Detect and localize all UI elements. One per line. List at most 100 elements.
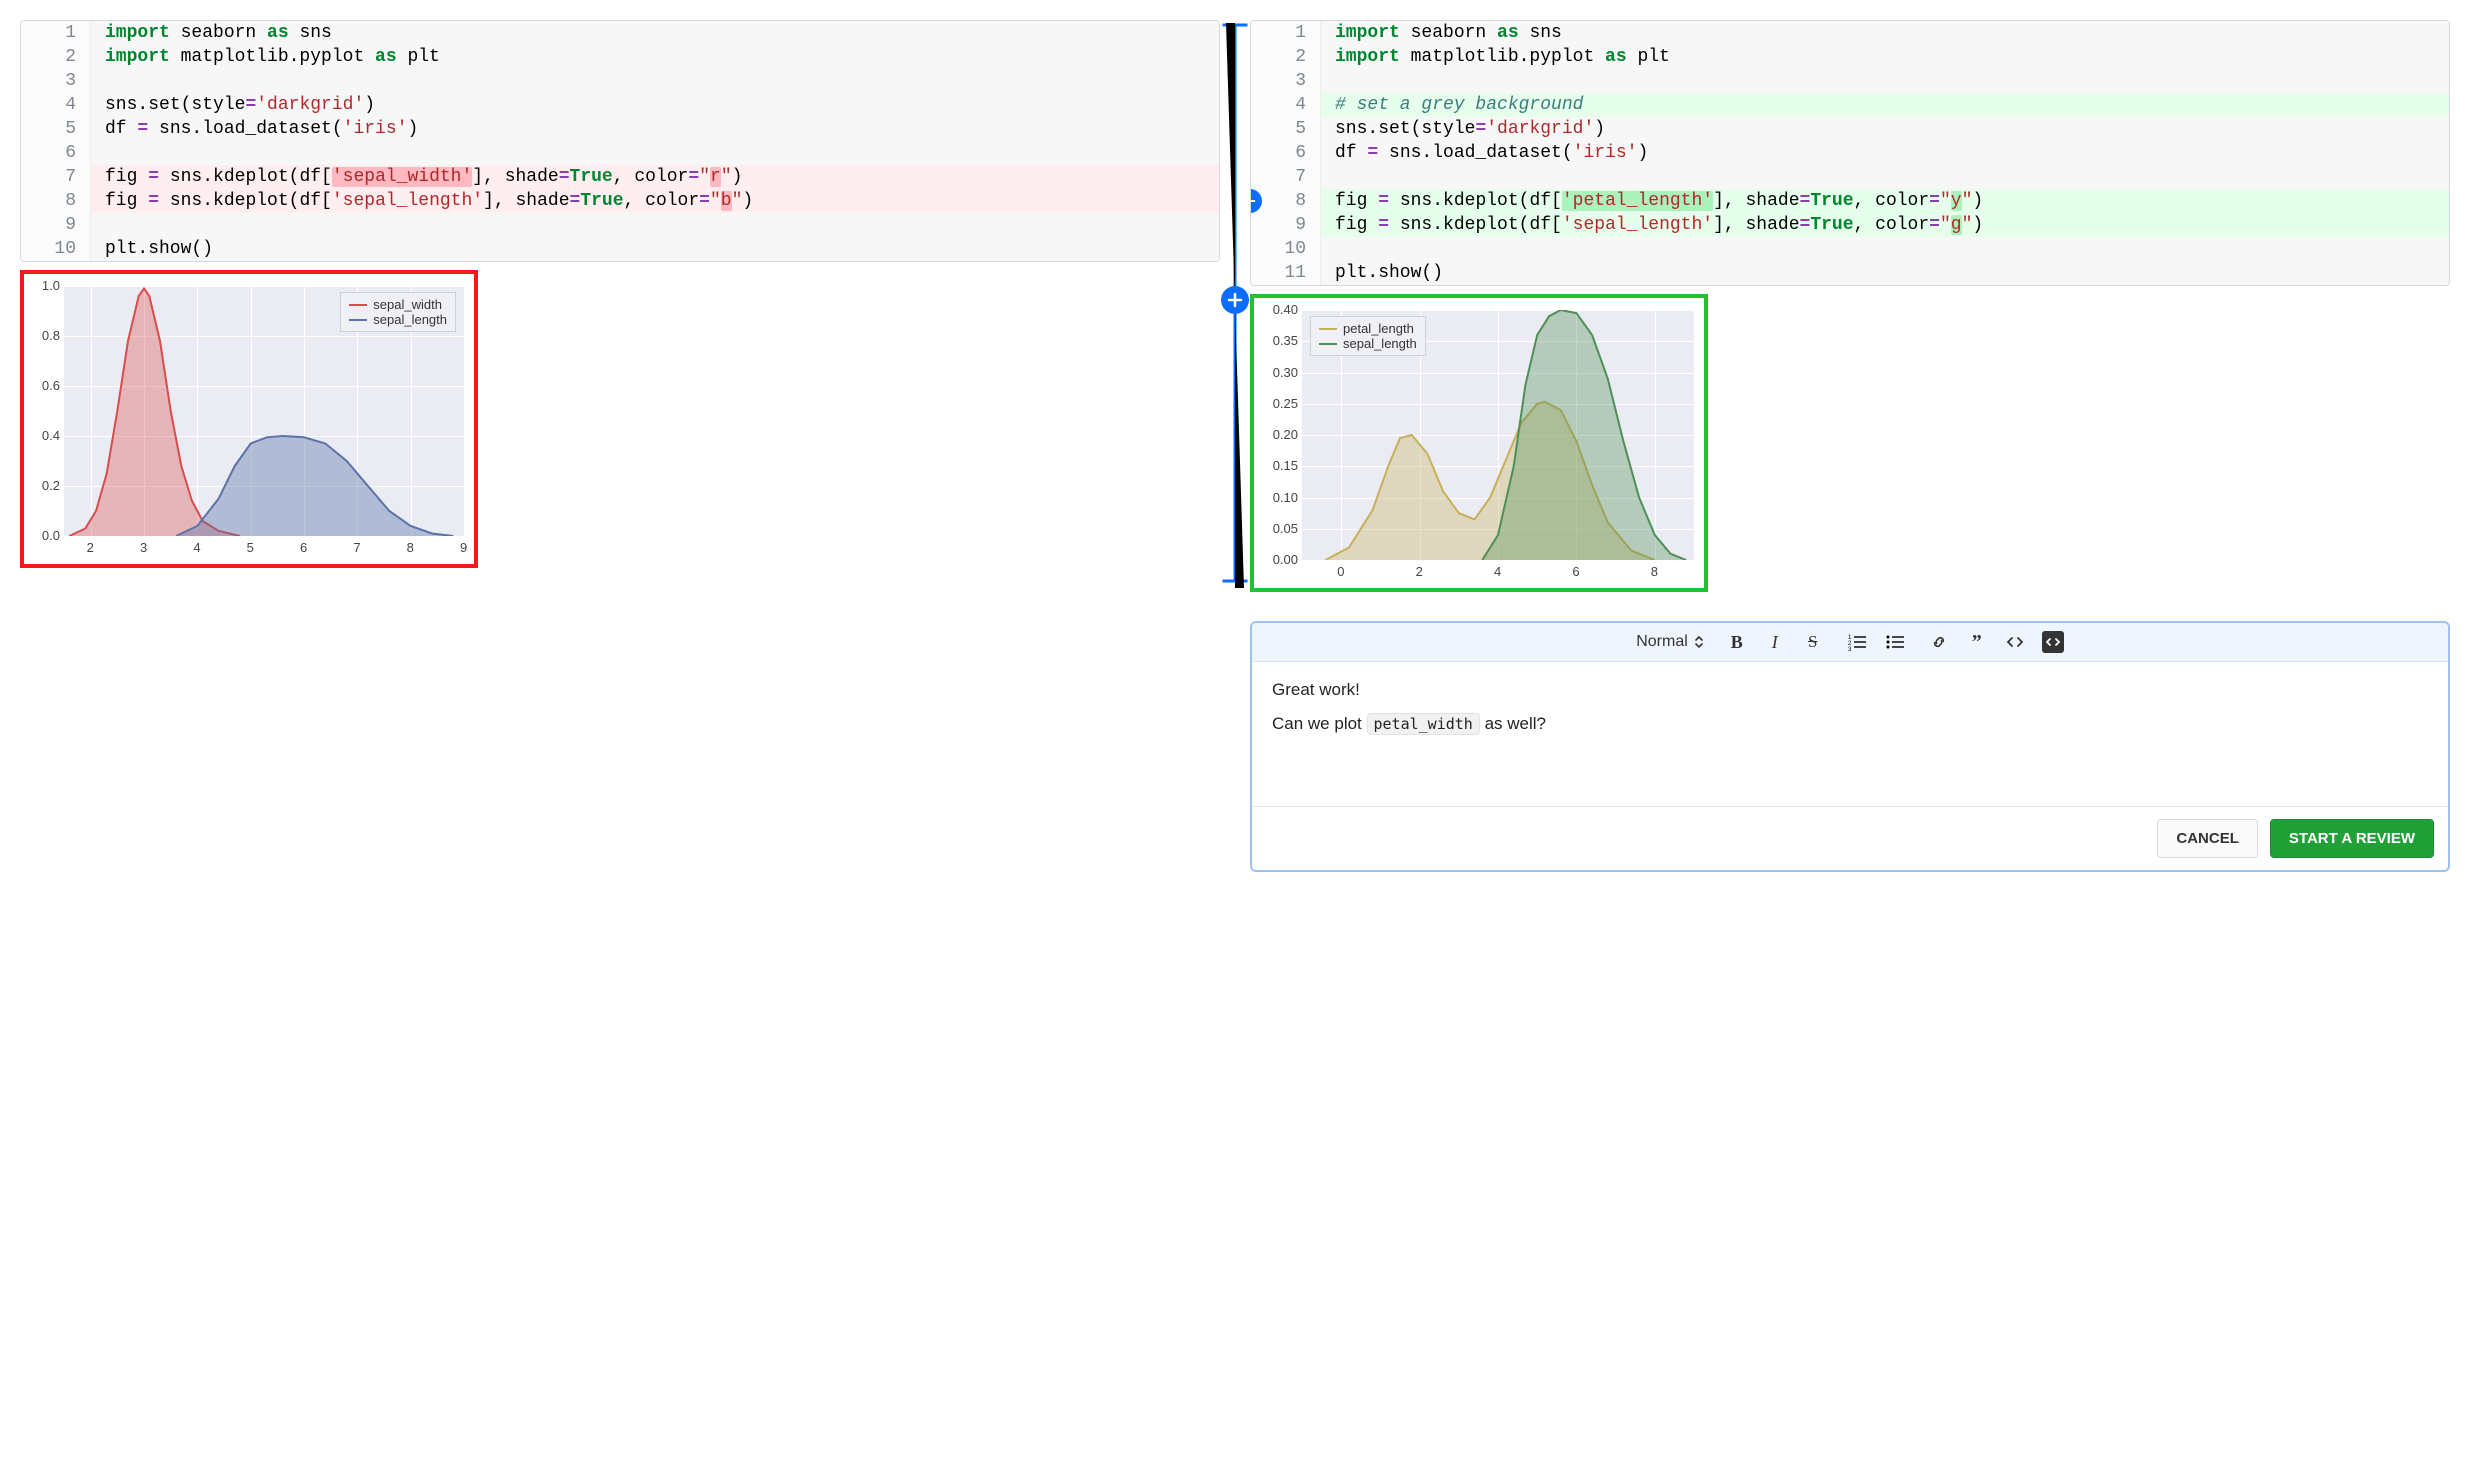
line-number: 7 (21, 165, 91, 189)
comment-textarea[interactable]: Great work! Can we plot petal_width as w… (1252, 662, 2448, 806)
line-number: 6 (21, 141, 91, 165)
code-line[interactable]: 1import seaborn as sns (1251, 21, 2449, 45)
code-line[interactable]: 6 (21, 141, 1219, 165)
line-content: plt.show() (1321, 261, 2449, 285)
y-tick-label: 0.4 (42, 428, 60, 443)
line-number: 10 (21, 237, 91, 261)
y-tick-label: 0.8 (42, 328, 60, 343)
comment-actions: CANCEL START A REVIEW (1252, 806, 2448, 870)
line-number: 1 (21, 21, 91, 45)
line-content: import seaborn as sns (1321, 21, 2449, 45)
line-number: 4 (1251, 93, 1321, 117)
line-content: import matplotlib.pyplot as plt (1321, 45, 2449, 69)
code-line[interactable]: 11plt.show() (1251, 261, 2449, 285)
code-line[interactable]: 8fig = sns.kdeplot(df['sepal_length'], s… (21, 189, 1219, 213)
y-tick-label: 0.20 (1273, 427, 1298, 442)
code-line[interactable]: 2import matplotlib.pyplot as plt (21, 45, 1219, 69)
line-content (91, 69, 1219, 93)
blockquote-button[interactable]: ” (1966, 631, 1988, 653)
code-line[interactable]: 3 (21, 69, 1219, 93)
y-tick-label: 0.00 (1273, 552, 1298, 567)
y-tick-label: 0.25 (1273, 396, 1298, 411)
code-line[interactable]: 7 (1251, 165, 2449, 189)
line-number: 3 (21, 69, 91, 93)
x-tick-label: 2 (1416, 564, 1423, 579)
right-chart: petal_lengthsepal_length0.000.050.100.15… (1250, 294, 1708, 592)
line-number: 10 (1251, 237, 1321, 261)
code-line[interactable]: 1import seaborn as sns (21, 21, 1219, 45)
y-tick-label: 0.2 (42, 478, 60, 493)
ordered-list-button[interactable]: 123 (1846, 631, 1868, 653)
code-block-old[interactable]: 1import seaborn as sns2import matplotlib… (20, 20, 1220, 262)
code-line[interactable]: 8fig = sns.kdeplot(df['petal_length'], s… (1251, 189, 2449, 213)
line-content: fig = sns.kdeplot(df['sepal_length'], sh… (91, 189, 1219, 213)
line-number: 9 (21, 213, 91, 237)
line-content: sns.set(style='darkgrid') (1321, 117, 2449, 141)
legend-item: sepal_length (1319, 336, 1417, 351)
line-number: 3 (1251, 69, 1321, 93)
code-line[interactable]: 10plt.show() (21, 237, 1219, 261)
strikethrough-button[interactable]: S (1802, 631, 1824, 653)
x-tick-label: 4 (1494, 564, 1501, 579)
line-number: 7 (1251, 165, 1321, 189)
line-content: fig = sns.kdeplot(df['sepal_width'], sha… (91, 165, 1219, 189)
line-number: 5 (1251, 117, 1321, 141)
y-tick-label: 1.0 (42, 278, 60, 293)
line-content: df = sns.load_dataset('iris') (1321, 141, 2449, 165)
code-line[interactable]: 4# set a grey background (1251, 93, 2449, 117)
x-tick-label: 0 (1337, 564, 1344, 579)
code-line[interactable]: 5sns.set(style='darkgrid') (1251, 117, 2449, 141)
y-tick-label: 0.6 (42, 378, 60, 393)
y-tick-label: 0.40 (1273, 302, 1298, 317)
x-tick-label: 7 (353, 540, 360, 555)
italic-button[interactable]: I (1764, 631, 1786, 653)
code-line[interactable]: 5df = sns.load_dataset('iris') (21, 117, 1219, 141)
legend-item: sepal_width (349, 297, 447, 312)
line-content (1321, 69, 2449, 93)
line-content (91, 141, 1219, 165)
comment-line: Can we plot petal_width as well? (1272, 714, 2428, 734)
line-number: 5 (21, 117, 91, 141)
line-content: # set a grey background (1321, 93, 2449, 117)
line-number: 2 (21, 45, 91, 69)
line-number: 6 (1251, 141, 1321, 165)
line-number: 9 (1251, 213, 1321, 237)
x-tick-label: 2 (87, 540, 94, 555)
line-number: 8 (21, 189, 91, 213)
code-line[interactable]: 9fig = sns.kdeplot(df['sepal_length'], s… (1251, 213, 2449, 237)
unordered-list-button[interactable] (1884, 631, 1906, 653)
x-tick-label: 9 (460, 540, 467, 555)
comment-line: Great work! (1272, 680, 2428, 700)
bold-button[interactable]: B (1726, 631, 1748, 653)
code-line[interactable]: 3 (1251, 69, 2449, 93)
code-line[interactable]: 2import matplotlib.pyplot as plt (1251, 45, 2449, 69)
legend: sepal_widthsepal_length (340, 292, 456, 332)
x-tick-label: 4 (193, 540, 200, 555)
start-review-button[interactable]: START A REVIEW (2270, 819, 2434, 858)
add-line-comment-button-center[interactable] (1221, 286, 1249, 314)
line-number: 1 (1251, 21, 1321, 45)
x-tick-label: 3 (140, 540, 147, 555)
line-number: 11 (1251, 261, 1321, 285)
code-line[interactable]: 6df = sns.load_dataset('iris') (1251, 141, 2449, 165)
plot-area: petal_lengthsepal_length (1302, 310, 1694, 560)
line-content (1321, 165, 2449, 189)
code-block-button[interactable] (2042, 631, 2064, 653)
inline-code: petal_width (1367, 713, 1480, 735)
code-button[interactable] (2004, 631, 2026, 653)
code-line[interactable]: 7fig = sns.kdeplot(df['sepal_width'], sh… (21, 165, 1219, 189)
comment-toolbar: Normal B I S 123 (1252, 623, 2448, 662)
y-tick-label: 0.30 (1273, 365, 1298, 380)
code-block-new[interactable]: 1import seaborn as sns2import matplotlib… (1250, 20, 2450, 286)
code-line[interactable]: 9 (21, 213, 1219, 237)
line-content: fig = sns.kdeplot(df['sepal_length'], sh… (1321, 213, 2449, 237)
code-line[interactable]: 10 (1251, 237, 2449, 261)
cancel-button[interactable]: CANCEL (2157, 819, 2258, 858)
link-button[interactable] (1928, 631, 1950, 653)
line-content: df = sns.load_dataset('iris') (91, 117, 1219, 141)
y-tick-label: 0.05 (1273, 521, 1298, 536)
heading-style-select[interactable]: Normal (1636, 633, 1704, 651)
heading-style-label: Normal (1636, 633, 1688, 651)
code-line[interactable]: 4sns.set(style='darkgrid') (21, 93, 1219, 117)
line-number: 4 (21, 93, 91, 117)
